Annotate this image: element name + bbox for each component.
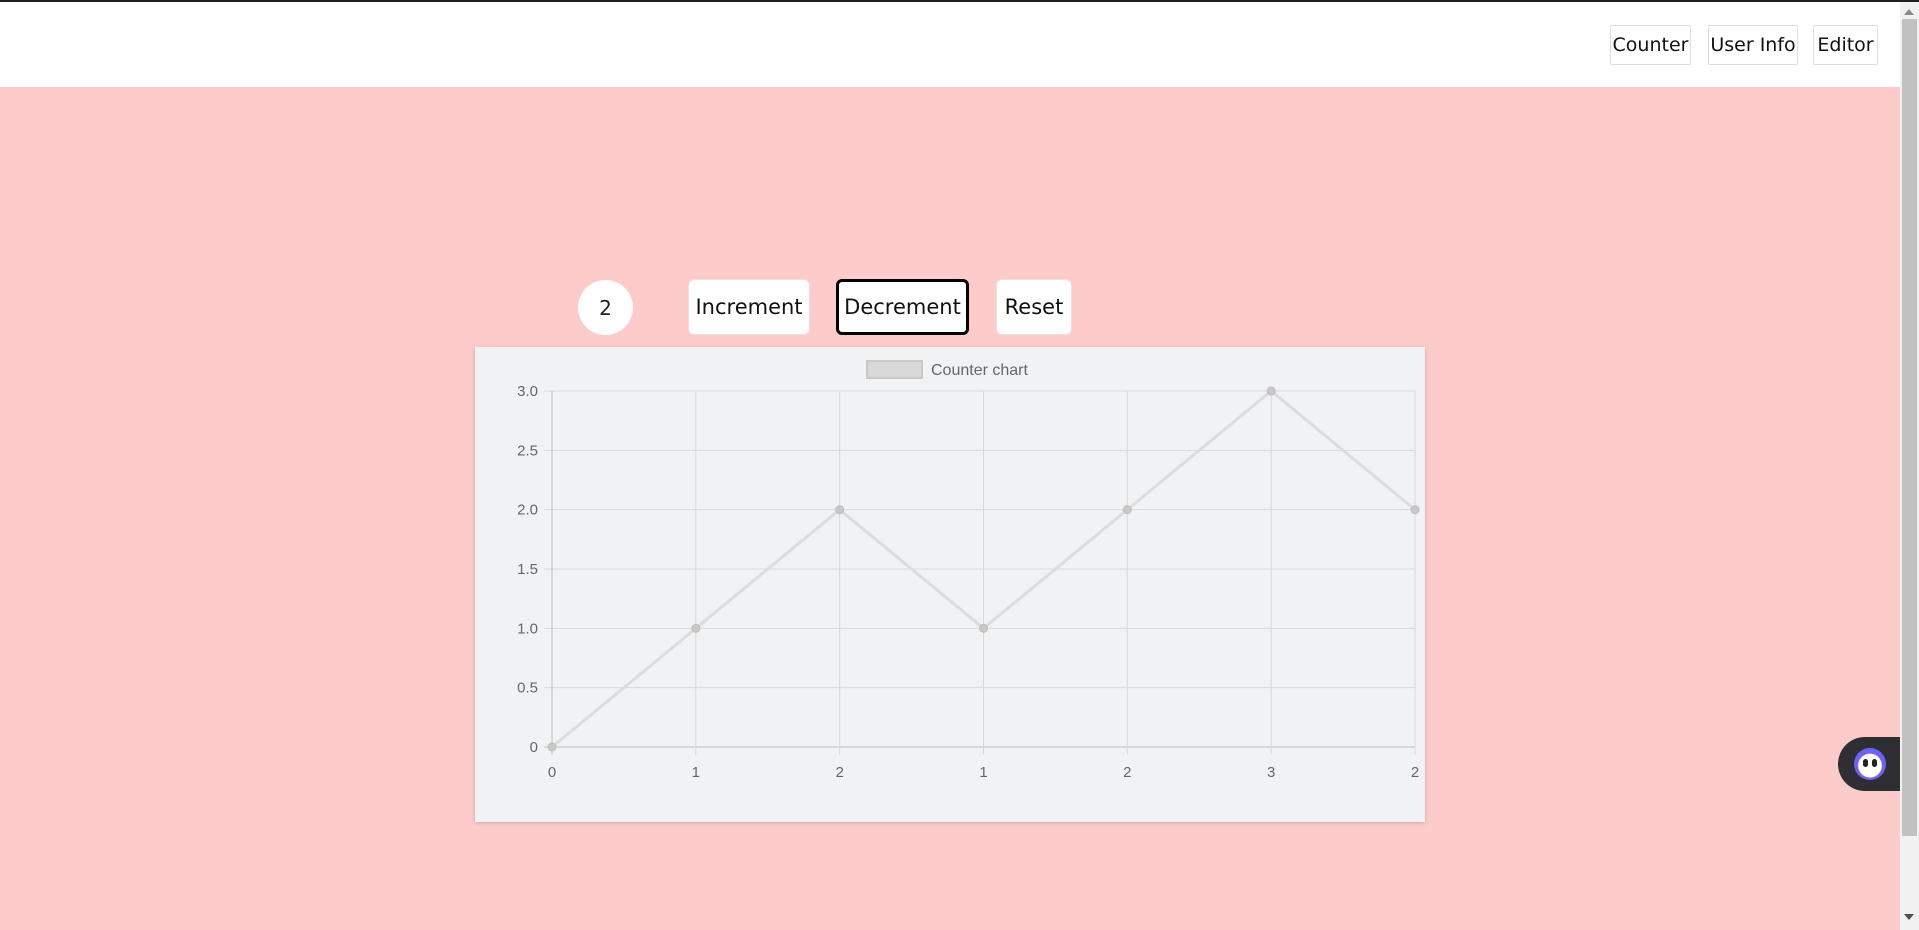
decrement-button[interactable]: Decrement xyxy=(836,279,969,335)
assistant-launcher-button[interactable] xyxy=(1838,737,1900,791)
increment-button[interactable]: Increment xyxy=(688,279,810,335)
x-tick-label: 1 xyxy=(692,764,700,781)
x-tick-label: 1 xyxy=(979,764,987,781)
counter-data-point xyxy=(1410,505,1420,515)
scrollbar-thumb[interactable] xyxy=(1902,19,1917,836)
nav-editor-button[interactable]: Editor xyxy=(1813,25,1878,65)
reset-button[interactable]: Reset xyxy=(996,279,1072,335)
legend-label: Counter chart xyxy=(931,362,1028,379)
counter-data-point xyxy=(547,742,557,752)
y-tick-label: 0 xyxy=(530,739,538,756)
y-tick-label: 2.0 xyxy=(517,502,538,519)
x-tick-label: 0 xyxy=(548,764,556,781)
y-tick-label: 3.0 xyxy=(517,383,538,400)
counter-data-point xyxy=(1122,505,1132,515)
legend-swatch xyxy=(866,360,923,379)
scroll-up-arrow-icon[interactable] xyxy=(1904,9,1914,15)
main-content: 2 Increment Decrement Reset 0 0.5 1.0 1.5 2.… xyxy=(0,87,1900,930)
nav-user-info-button[interactable]: User Info xyxy=(1708,25,1798,65)
x-tick-label: 3 xyxy=(1267,764,1275,781)
y-tick-label: 2.5 xyxy=(517,442,538,459)
top-nav-bar: Counter User Info Editor xyxy=(0,2,1900,87)
y-tick-label: 0.5 xyxy=(517,680,538,697)
counter-data-point xyxy=(691,623,701,633)
counter-chart-card: 0 0.5 1.0 1.5 2.0 2.5 3.0 0 1 2 1 2 3 2 Counter chart xyxy=(475,347,1425,822)
x-tick-label: 2 xyxy=(1411,764,1419,781)
x-tick-label: 2 xyxy=(1123,764,1131,781)
y-tick-label: 1.5 xyxy=(517,561,538,578)
counter-value-badge: 2 xyxy=(578,280,633,335)
counter-data-point xyxy=(1266,386,1276,396)
y-tick-label: 1.0 xyxy=(517,620,538,637)
assistant-face-icon xyxy=(1854,748,1886,780)
counter-data-point xyxy=(835,505,845,515)
counter-line-chart: 0 0.5 1.0 1.5 2.0 2.5 3.0 0 1 2 1 2 3 2 Counter chart xyxy=(517,360,1420,781)
nav-counter-button[interactable]: Counter xyxy=(1610,25,1691,65)
x-tick-label: 2 xyxy=(835,764,843,781)
scroll-down-arrow-icon[interactable] xyxy=(1904,914,1914,920)
counter-data-point xyxy=(979,623,988,633)
